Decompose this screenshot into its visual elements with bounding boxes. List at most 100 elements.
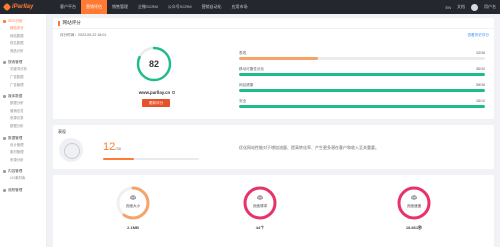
metric-score: 12/38 [476,51,485,55]
title-accent-bar [58,20,60,26]
nav-item[interactable]: 应用市场 [227,0,253,14]
page-title: 网站评分 [62,20,81,25]
sidebar-item[interactable]: 关键词分析 [0,66,46,74]
content-icon [3,170,6,174]
sidebar-item[interactable]: 排名数据 [0,40,46,48]
sidebar-group-tracking[interactable]: 追踪管理 [0,187,46,194]
sidebar-group-seo[interactable]: SEO分析 [0,18,46,25]
metric-max: /38 [480,51,485,55]
search-icon [3,61,6,65]
header-link[interactable]: 文档 [457,4,465,10]
nav-item[interactable]: 客户平台 [55,0,81,14]
sidebar-group-label: 内容管理 [8,169,23,174]
metric-score: 39/38 [476,83,485,87]
sidebar-group-data[interactable]: 数据管理 [0,135,46,142]
evaluation-time: 评分时间：2023-09-22 18:01 [60,33,107,37]
sidebar-item-site-score[interactable]: 网站评分 [0,25,46,33]
ring-arc [243,186,277,220]
sidebar-group-label: 数据管理 [8,135,23,140]
media-icon [3,95,6,99]
sidebar-item[interactable]: 数据分析 [0,123,46,131]
box-icon [411,195,417,200]
ring-arc [397,186,431,220]
tracking-icon [3,188,6,192]
stat-circle: 页面速度 [396,185,432,221]
username[interactable]: 用户名 [484,4,496,10]
metric-row: 移动可靠性优化 30/30 [239,66,485,82]
performance-label: 表现 [58,129,66,134]
metric-max: /30 [480,67,485,71]
metric-row: 网站健康 39/38 [239,82,485,98]
top-navigation-bar: iParllay 客户平台 营销评估 销售管理 企微SCRM 公众号SCRM 营… [0,0,500,14]
box-icon [130,195,136,200]
nav-item[interactable]: 公众号SCRM [163,0,197,14]
stat-ring [243,186,277,220]
sidebar-group-label: 搜索管理 [8,60,23,65]
card-header: 网站评分 [53,18,494,29]
sidebar-group-media[interactable]: 媒体数据 [0,93,46,100]
metric-label: 安全 [239,99,247,103]
nav-item[interactable]: 营销自动化 [197,0,227,14]
stat-value: 2.1MB [127,225,139,230]
nav-item[interactable]: 企微SCRM [133,0,163,14]
nav-item-active[interactable]: 营销评估 [81,0,107,14]
metric-max: /10 [480,99,485,103]
logo-text: iParllay [12,4,34,10]
sidebar-item[interactable]: 广告数据 [0,74,46,82]
sidebar-group-search[interactable]: 搜索管理 [0,59,46,66]
box-icon [257,195,263,200]
stat-value: 18.861秒 [405,225,423,230]
metric-label: 表现 [239,51,247,55]
sidebar-item[interactable]: UG素材库 [0,175,46,183]
sidebar: SEO分析 网站评分 网站数据 排名数据 竞品分析 搜索管理 关键词分析 广告数… [0,14,47,247]
nav-item[interactable]: 销售管理 [107,0,133,14]
performance-value: 12 [103,141,116,153]
stat-ring [397,186,431,220]
avatar[interactable] [471,3,478,11]
sidebar-item[interactable]: 网站数据 [0,33,46,41]
metric-track [239,57,485,60]
performance-score: 12/38 [103,141,121,153]
speedometer-icon [59,138,83,162]
domain-name: www.parllay.cn [138,90,171,95]
overall-score: 82 [148,59,159,69]
sidebar-item[interactable]: 来源分析 [0,157,46,165]
sidebar-item[interactable]: 素材管理 [0,149,46,157]
metric-fill [239,73,485,76]
metric-label: 移动可靠性优化 [239,67,265,71]
page-stats-card: 页面大小 2.1MB 页面请求 44个 页面速度 18.861秒 [53,175,494,247]
stat-value: 44个 [255,225,265,230]
performance-description: 优化网站性能对于增加流量、提高转化率、产生更多潜在客户和收入至关重要。 [239,145,379,150]
sidebar-item[interactable]: 广告管理 [0,82,46,90]
sidebar-item[interactable]: 数据分析 [0,100,46,108]
stat-ring [116,186,150,220]
update-score-button[interactable]: 更新评分 [142,99,170,107]
sidebar-item[interactable]: 设计管理 [0,142,46,150]
stat-label: 页面请求 [252,204,268,208]
sidebar-group-label: 追踪管理 [8,187,23,192]
sidebar-item[interactable]: 来源记录 [0,115,46,123]
logo-icon [2,2,12,12]
metric-track [239,105,485,108]
metric-score: 30/30 [476,67,485,71]
performance-fill [103,158,134,160]
site-score-card: 网站评分 评分时间：2023-09-22 18:01 查看历史评分 82 www… [53,18,494,119]
edit-icon[interactable] [172,91,176,95]
sidebar-item[interactable]: 竞品分析 [0,48,46,56]
language-switch[interactable]: EN [445,5,451,10]
metric-row: 表现 12/38 [239,50,485,66]
metric-fill [239,105,485,108]
brand-logo[interactable]: iParllay [2,2,34,12]
performance-card: 表现 12/38 优化网站性能对于增加流量、提高转化率、产生更多潜在客户和收入至… [53,125,494,169]
sidebar-group-label: SEO分析 [8,19,23,23]
sidebar-group-content[interactable]: 内容管理 [0,168,46,175]
history-score-link[interactable]: 查看历史评分 [467,33,489,38]
performance-track [103,158,199,160]
metric-list: 表现 12/38 移动可靠性优化 30/30 网站健康 39/38 安全 10/… [239,50,485,114]
header-right: EN 文档 用户名 [445,0,496,14]
sidebar-item[interactable]: 营销总览 [0,108,46,116]
stat-label: 页面大小 [125,204,141,208]
stat-circle: 页面请求 [242,185,278,221]
metric-track [239,89,485,92]
main-nav: 客户平台 营销评估 销售管理 企微SCRM 公众号SCRM 营销自动化 应用市场 [55,0,253,14]
